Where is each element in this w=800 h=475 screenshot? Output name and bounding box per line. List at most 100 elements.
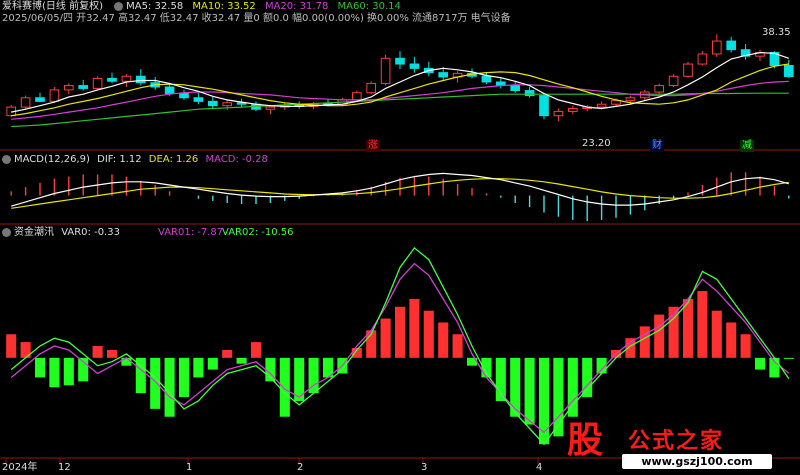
candle-body (107, 77, 117, 82)
ma60-label: MA60: 30.14 (337, 1, 401, 12)
candle-body (726, 40, 737, 51)
fund-title: 资金潮汛 (14, 227, 54, 238)
watermark-logo: 股 公式之家 www.gszj100.com (560, 418, 782, 473)
candle-body (135, 75, 146, 84)
var0-bar (524, 357, 535, 425)
candle-body (553, 110, 564, 117)
fund-var02: VAR02: -10.56 (222, 227, 294, 238)
candle-body (265, 106, 276, 110)
candle-body (567, 108, 578, 112)
ma20-label: MA20: 31.78 (264, 1, 329, 12)
var0-bar (106, 349, 118, 358)
candle-body (611, 100, 621, 105)
macd-title: MACD(12,26,9) (14, 154, 90, 165)
var0-bar (740, 334, 751, 358)
fund-settings-icon[interactable] (2, 227, 11, 237)
x-tick-0: 2024年 (2, 462, 38, 473)
candle-body (596, 103, 607, 108)
x-tick-2: 1 (186, 462, 193, 473)
var0-bar (6, 334, 17, 358)
event-cai[interactable]: 财 (650, 140, 664, 152)
macd-title-row: MACD(12,26,9) DIF: 1.12 DEA: 1.26 MACD: … (2, 154, 268, 166)
var0-bar (754, 357, 766, 370)
var0-bar (495, 357, 506, 402)
macd-dif: DIF: 1.12 (97, 154, 142, 165)
macd-settings-icon[interactable] (2, 154, 11, 164)
var0-bar (279, 357, 290, 417)
fund-title-row: 资金潮汛 VAR0: -0.33 (2, 227, 120, 239)
candle-body (409, 63, 420, 69)
var0-bar (438, 322, 449, 358)
event-zhang[interactable]: 涨 (366, 140, 380, 152)
ma5-label: MA5: 32.58 (126, 1, 184, 12)
candle-body (366, 82, 377, 94)
var0-bar (711, 310, 722, 358)
var0-bar (164, 357, 175, 417)
low-price-marker: 23.20 (582, 138, 611, 149)
logo-glyph: 股 (566, 420, 603, 461)
stock-title: 爱科赛博(日线 前复权) (2, 1, 103, 12)
x-tick-4: 3 (421, 462, 428, 473)
var0-bar (394, 306, 406, 358)
var0-bar (582, 357, 593, 398)
ma10-line (11, 63, 789, 117)
candle-body (179, 92, 189, 99)
var0-bar (49, 357, 60, 388)
candle-body (524, 90, 535, 97)
x-tick-3: 2 (297, 462, 304, 473)
var0-bar (34, 357, 46, 378)
var0-bar (423, 310, 434, 358)
candle-body (164, 86, 175, 94)
fund-panel (6, 246, 794, 446)
candle-body (783, 64, 794, 77)
var0-bar (63, 357, 74, 386)
var0-bar (567, 357, 578, 417)
high-price-marker: 38.35 (762, 27, 791, 38)
var0-bar (207, 357, 218, 370)
logo-url: www.gszj100.com (622, 454, 772, 469)
var0-bar (236, 357, 247, 364)
var0-bar (92, 346, 103, 358)
candle-body (351, 92, 362, 101)
candle-body (35, 97, 45, 102)
logo-brand: 公式之家 (628, 429, 725, 454)
x-tick-5: 4 (536, 462, 543, 473)
var0-bar (639, 326, 650, 358)
var0-bar (250, 342, 262, 358)
candle-body (78, 85, 89, 89)
candle-body (193, 97, 204, 102)
candle-body (438, 72, 449, 78)
var0-bar (783, 357, 794, 359)
var0-bar (452, 334, 463, 358)
ma10-label: MA10: 33.52 (192, 1, 256, 12)
var0-bar (697, 291, 708, 358)
var0-bar (538, 357, 550, 445)
var0-bar (409, 298, 420, 358)
candle-body (63, 85, 74, 91)
ohlc-info: 2025/06/05/四 开32.47 高32.47 低32.47 收32.47… (2, 13, 511, 24)
fund-var0: VAR0: -0.33 (61, 227, 120, 238)
candle-body (625, 97, 636, 102)
candle-body (481, 75, 492, 83)
chart-title-row: 爱科赛博(日线 前复权) MA5: 32.58 MA10: 33.52 MA20… (2, 1, 401, 13)
macd-panel (10, 172, 790, 221)
var0-bar (178, 357, 190, 398)
settings-icon[interactable] (114, 1, 124, 11)
candle-body (697, 53, 708, 65)
candle-body (20, 97, 31, 108)
candle-body (711, 40, 722, 55)
candle-body (668, 75, 679, 87)
candle-body (222, 102, 233, 107)
ma20-line (11, 80, 789, 120)
candle-body (49, 89, 60, 102)
candle-body (510, 85, 521, 92)
var0-bar (222, 349, 233, 358)
var0-bar (150, 357, 161, 409)
var0-bar (726, 322, 737, 358)
var0-bar (682, 298, 694, 358)
candle-body (92, 77, 103, 89)
ma60-line (11, 92, 789, 128)
x-tick-1: 12 (58, 462, 71, 473)
event-jian[interactable]: 减 (740, 140, 754, 152)
candle-body (539, 95, 549, 117)
